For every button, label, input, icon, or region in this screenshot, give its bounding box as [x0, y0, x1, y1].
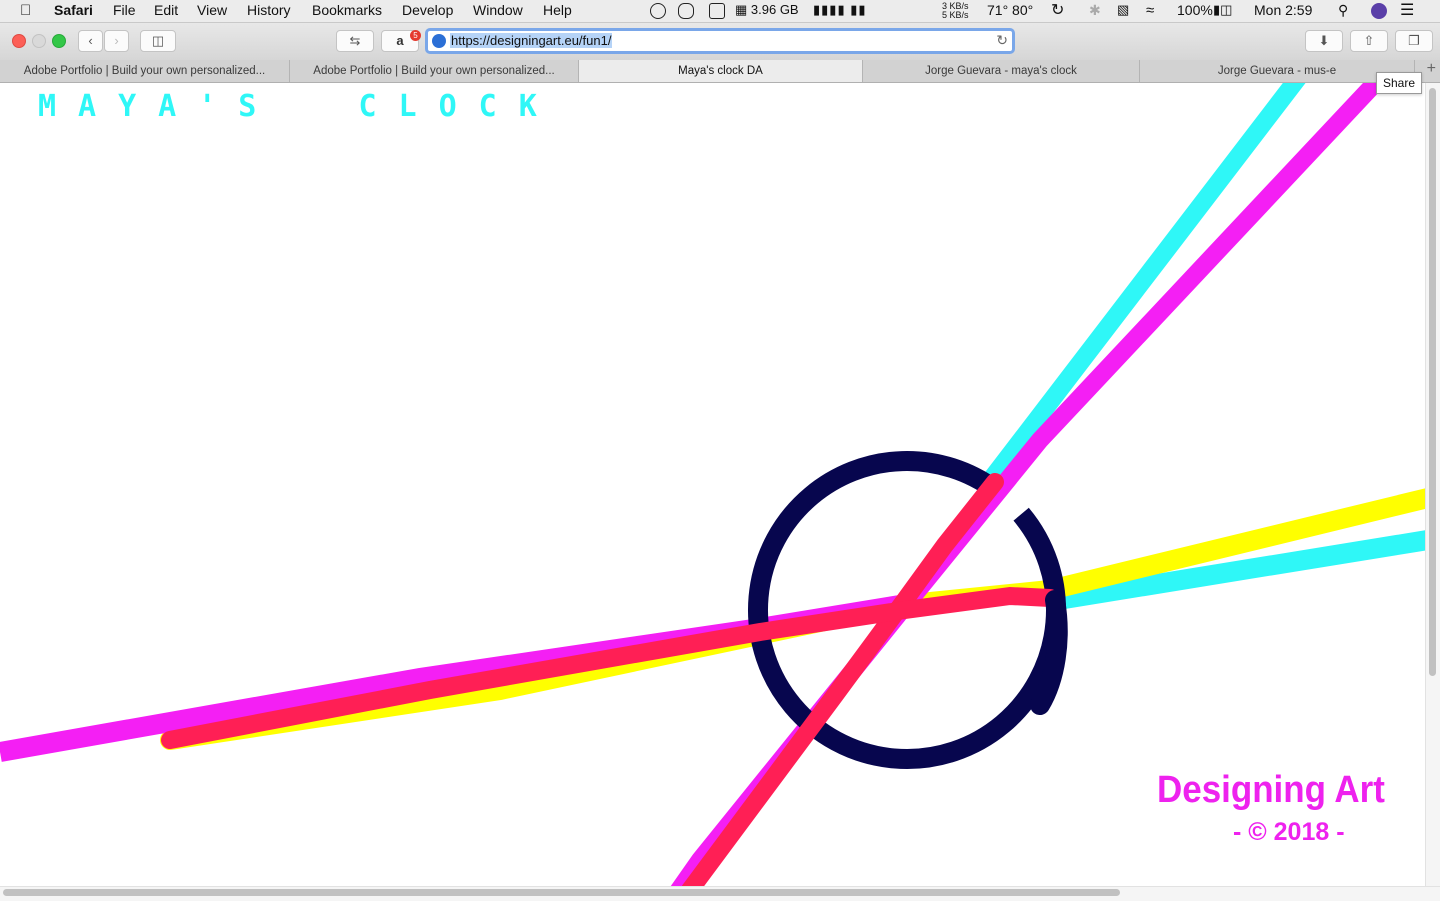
forward-button[interactable]: › [104, 30, 129, 52]
share-icon: ⇧ [1363, 33, 1375, 48]
tab-mayas-clock[interactable]: Maya's clock DA [579, 60, 863, 82]
red-clock-hand [681, 473, 1004, 886]
tab-adobe-portfolio-1[interactable]: Adobe Portfolio | Build your own persona… [0, 60, 290, 82]
vertical-scroll-thumb[interactable] [1429, 88, 1436, 676]
horizontal-scroll-thumb[interactable] [3, 889, 1120, 896]
page-canvas: MAYA'S CLOCK Designing Art - © 2018 - [0, 83, 1425, 886]
reload-icon[interactable]: ↻ [996, 32, 1008, 49]
cpu-graph-icon[interactable]: ▮▮▮▮ ▮▮ [813, 2, 867, 18]
menu-help[interactable]: Help [543, 2, 572, 18]
chevron-right-icon: › [114, 33, 119, 48]
tab-jorge-guevara-clock[interactable]: Jorge Guevara - maya's clock [863, 60, 1140, 82]
keyboard-icon[interactable]: ▧ [1117, 2, 1129, 18]
chevron-left-icon: ‹ [88, 33, 93, 48]
menu-view[interactable]: View [197, 2, 227, 18]
page-title: MAYA'S CLOCK [38, 89, 559, 124]
notification-center-icon[interactable]: ☰ [1400, 0, 1414, 20]
new-tab-icon[interactable]: + [1427, 60, 1436, 78]
app-menu[interactable]: Safari [54, 2, 93, 18]
tab-adobe-portfolio-2[interactable]: Adobe Portfolio | Build your own persona… [290, 60, 579, 82]
apple-menu-icon[interactable]:  [20, 2, 31, 19]
battery-percent[interactable]: 100% [1177, 2, 1213, 18]
tab-bar: Adobe Portfolio | Build your own persona… [0, 60, 1440, 83]
tabs-icon: ❐ [1408, 33, 1420, 48]
menu-edit[interactable]: Edit [154, 2, 178, 18]
siri-icon[interactable] [1371, 3, 1387, 19]
sidebar-icon: ◫ [151, 33, 165, 48]
bluetooth-icon[interactable]: ✱ [1089, 2, 1101, 19]
tab-switch-button[interactable]: ⇆ [336, 30, 374, 52]
extension-badge: 5 [410, 30, 421, 41]
download-icon: ⬇ [1318, 33, 1330, 48]
menu-bookmarks[interactable]: Bookmarks [312, 2, 382, 18]
spotlight-search-icon[interactable]: ⚲ [1338, 2, 1348, 19]
downloads-button[interactable]: ⬇ [1305, 30, 1343, 52]
show-tabs-button[interactable]: ❐ [1395, 30, 1433, 52]
back-button[interactable]: ‹ [78, 30, 103, 52]
share-tooltip: Share [1376, 72, 1423, 94]
memory-monitor[interactable]: ▦ 3.96 GB [735, 2, 799, 18]
wifi-icon[interactable]: ≈ [1146, 2, 1154, 19]
menu-file[interactable]: File [113, 2, 136, 18]
cyan-clock-hand [983, 83, 1306, 487]
url-text[interactable]: https://designingart.eu/fun1/ [450, 33, 613, 48]
time-machine-icon[interactable]: ↻ [1051, 0, 1064, 20]
fan-icon[interactable] [709, 3, 725, 19]
sidebar-button[interactable]: ◫ [140, 30, 176, 52]
amazon-icon: a [396, 33, 404, 48]
copyright-text: - © 2018 - [1233, 818, 1345, 846]
brand-name: Designing Art [1157, 769, 1385, 811]
menu-window[interactable]: Window [473, 2, 523, 18]
arrows-swap-icon: ⇆ [349, 33, 361, 48]
menu-develop[interactable]: Develop [402, 2, 453, 18]
menubar-clock[interactable]: Mon 2:59 [1254, 2, 1312, 18]
browser-toolbar: ‹ › ◫ ⇆ a 5 https://designingart.eu/fun1… [0, 23, 1440, 61]
creative-cloud-icon[interactable] [678, 3, 694, 19]
status-circle-icon[interactable] [650, 3, 666, 19]
menu-history[interactable]: History [247, 2, 291, 18]
globe-icon [432, 34, 446, 48]
tab-jorge-guevara-muse[interactable]: Jorge Guevara - mus-e [1140, 60, 1415, 82]
zoom-window-icon[interactable] [52, 34, 66, 48]
address-bar[interactable]: https://designingart.eu/fun1/ ↻ [425, 28, 1015, 54]
share-button[interactable]: ⇧ [1350, 30, 1388, 52]
minimize-window-icon[interactable] [32, 34, 46, 48]
close-window-icon[interactable] [12, 34, 26, 48]
network-monitor[interactable]: 3 KB/s 5 KB/s [942, 2, 969, 20]
menu-bar:  Safari File Edit View History Bookmark… [0, 0, 1440, 23]
battery-icon: ▮◫ [1213, 2, 1233, 17]
temperature-readout[interactable]: 71° 80° [987, 2, 1033, 18]
net-down: 5 KB/s [942, 10, 969, 20]
memory-value: 3.96 GB [750, 2, 799, 17]
clock-artwork [0, 83, 1425, 886]
